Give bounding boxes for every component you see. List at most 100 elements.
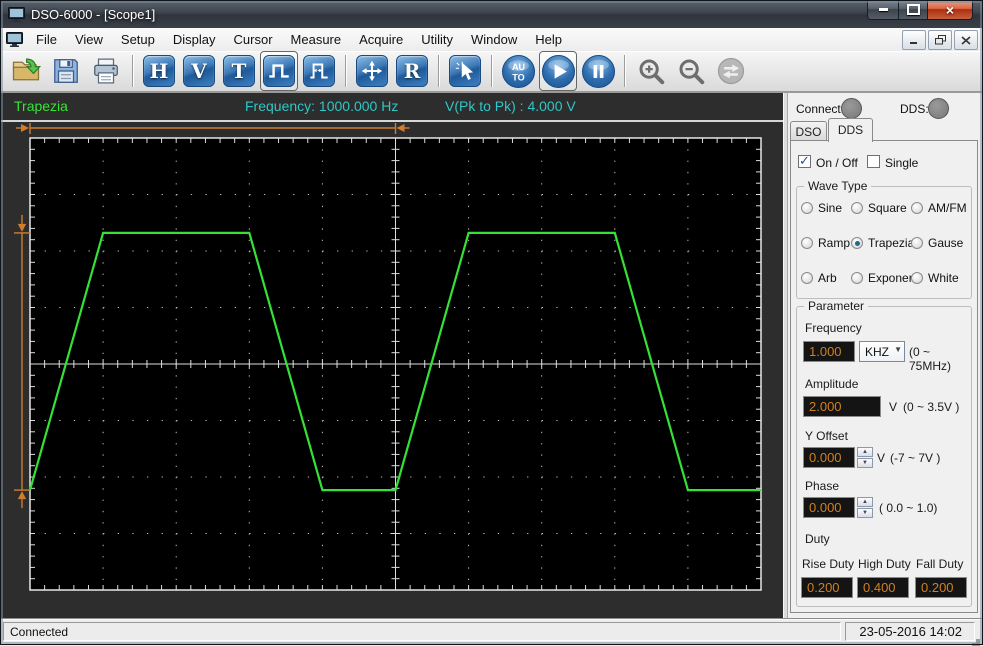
fall-duty-input[interactable]: 0.200 [915,577,967,598]
spin-up-icon: ▲ [857,447,873,457]
horizontal-setup-button[interactable]: H [140,51,178,91]
wavetype-gause[interactable]: Gause [911,236,963,250]
wavetype-label: Arb [818,271,837,285]
cursor-measure-button[interactable] [446,51,484,91]
wavetype-exponent[interactable]: Exponent [851,271,919,285]
menu-view[interactable]: View [66,29,112,50]
radio-icon [801,202,813,214]
autoset-icon: AU TO [501,54,535,88]
radio-icon [851,237,863,249]
period-cursor[interactable] [16,123,410,134]
wavetype-white[interactable]: White [911,271,959,285]
svg-text:TO: TO [512,72,524,82]
wavetype-trapezia[interactable]: Trapezia [851,236,914,250]
measurement-bar: Trapezia Frequency: 1000.000 Hz V(Pk to … [0,93,783,122]
wavetype-ramp[interactable]: Ramp [801,236,850,250]
frequency-input[interactable]: 1.000 [803,341,855,362]
wavetype-arb[interactable]: Arb [801,271,837,285]
tab-dds[interactable]: DDS [828,118,873,142]
pulse-wave-button[interactable] [260,51,298,91]
chevron-down-icon: ▼ [894,345,902,354]
maximize-button[interactable] [899,0,928,20]
autoset-button[interactable]: AU TO [499,51,537,91]
window-controls: × [867,0,973,20]
zoom-in-icon [636,56,666,86]
menu-acquire[interactable]: Acquire [350,29,412,50]
phase-input[interactable]: 0.000 [803,497,855,518]
mdi-restore-button[interactable] [928,30,952,50]
menu-setup[interactable]: Setup [112,29,164,50]
high-duty-input[interactable]: 0.400 [857,577,909,598]
wavetype-label: Gause [928,236,964,250]
rise-duty-input[interactable]: 0.200 [801,577,853,598]
trigger-setup-button[interactable]: T [220,51,258,91]
y-offset-input[interactable]: 0.000 [803,447,855,468]
spin-up-icon: ▲ [857,497,873,507]
panel-splitter[interactable] [783,93,788,618]
phase-spinner[interactable]: ▲ ▼ [857,497,873,518]
y-offset-range: (-7 ~ 7V ) [890,451,941,465]
y-offset-spinner[interactable]: ▲ ▼ [857,447,873,468]
wavetype-square[interactable]: Square [851,201,907,215]
menu-cursor[interactable]: Cursor [225,29,282,50]
frequency-readout: Frequency: 1000.000 Hz [245,98,399,114]
minimize-button[interactable] [867,0,899,20]
toolbar: H V T R AU TO [0,51,983,93]
y-offset-unit: V [877,451,886,465]
toolbar-separator [345,55,346,87]
pause-button[interactable] [579,51,617,91]
menu-utility[interactable]: Utility [412,29,462,50]
amplitude-cursor[interactable] [14,214,30,509]
radio-icon [801,272,813,284]
save-icon [51,56,81,86]
menu-measure[interactable]: Measure [282,29,351,50]
frequency-unit-select[interactable]: KHZ ▼ [859,341,905,362]
radio-icon [911,202,923,214]
move-mode-button[interactable] [353,51,391,91]
zoom-out-button[interactable] [672,51,710,91]
menu-display[interactable]: Display [164,29,225,50]
open-button[interactable] [7,51,45,91]
zoom-out-icon [676,56,706,86]
close-button[interactable]: × [928,0,973,20]
onoff-checkbox[interactable] [798,153,811,169]
duty-field-fall-duty: Fall Duty 0.200 [915,557,969,599]
scope-document-icon[interactable] [6,32,23,47]
wavetype-sine[interactable]: Sine [801,201,842,215]
run-button[interactable] [539,51,577,91]
zoom-in-button[interactable] [632,51,670,91]
wavetype-am-fm[interactable]: AM/FM [911,201,967,215]
toolbar-separator [132,55,133,87]
dds-label: DDS: [900,102,929,116]
toolbar-separator [491,55,492,87]
refresh-button[interactable]: R [393,51,431,91]
tab-dso[interactable]: DSO [790,121,827,141]
pulse-measure-button[interactable] [300,51,338,91]
wavetype-label: AM/FM [928,201,967,215]
menu-file[interactable]: File [27,29,66,50]
window-title: DSO-6000 - [Scope1] [31,6,156,22]
frequency-range: (0 ~ 75MHz) [909,345,952,373]
mdi-minimize-button[interactable] [902,30,926,50]
waveform-display [14,123,762,591]
vertical-setup-icon: V [183,55,215,87]
toolbar-separator [438,55,439,87]
wave-name-readout: Trapezia [14,98,68,114]
radio-icon [911,237,923,249]
spin-down-icon: ▼ [857,508,873,518]
menu-window[interactable]: Window [462,29,526,50]
vertical-setup-button[interactable]: V [180,51,218,91]
save-button[interactable] [47,51,85,91]
resize-grip[interactable] [976,639,980,643]
y-offset-label: Y Offset [805,429,848,443]
horizontal-setup-icon: H [143,55,175,87]
phase-label: Phase [805,479,840,493]
mdi-close-button[interactable] [954,30,978,50]
menu-help[interactable]: Help [526,29,571,50]
frequency-label: Frequency [805,321,862,335]
svg-text:AU: AU [511,62,524,72]
print-button[interactable] [87,51,125,91]
single-checkbox[interactable] [867,155,880,168]
amplitude-input[interactable]: 2.000 [803,396,881,417]
transfer-button[interactable] [712,51,750,91]
